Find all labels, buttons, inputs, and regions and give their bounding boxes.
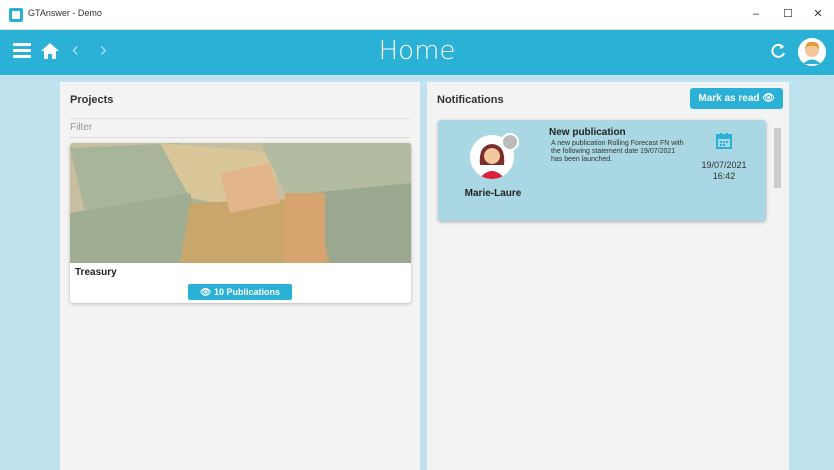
treasury-image [70,143,411,263]
refresh-icon[interactable] [768,41,788,61]
minimize-button[interactable]: – [746,6,766,22]
notification-date-time: 16:42 [712,171,736,181]
mark-as-read-button[interactable]: Mark as read 👁 [690,88,783,109]
scrollbar-thumb[interactable] [774,128,781,188]
calendar-icon [716,133,732,149]
publications-button[interactable]: 👁 10 Publications [188,284,292,300]
app-icon [9,8,23,22]
projects-title: Projects [70,94,114,106]
user-avatar[interactable] [798,38,826,66]
user-avatar-icon [798,38,826,66]
page-title: Home [378,36,456,66]
notification-date: 19/07/2021 16:42 [693,160,755,182]
top-nav-bar: ‹ › Home [0,30,834,75]
close-button[interactable]: ✕ [808,6,828,22]
notification-item[interactable]: Marie-Laure New publication A new public… [438,120,766,221]
notifications-title: Notifications [437,94,504,106]
notification-body: A new publication Rolling Forecast FN wi… [551,140,684,163]
window-title: GTAnswer - Demo [28,8,102,18]
projects-panel: Projects Filter Treasury 👁 10 Publicatio… [60,82,420,470]
publication-badge-icon [501,133,519,151]
notification-date-day: 19/07/2021 [701,160,747,170]
window-titlebar: GTAnswer - Demo – ☐ ✕ [0,0,834,30]
maximize-button[interactable]: ☐ [778,6,798,22]
filter-input[interactable]: Filter [70,118,410,138]
notifications-scrollbar[interactable] [773,120,781,220]
project-label: Treasury [75,267,117,278]
notification-author: Marie-Laure [464,188,522,199]
notification-title: New publication [549,127,626,138]
notifications-panel: Notifications Mark as read 👁 Marie-Laure… [427,82,789,470]
project-card-treasury[interactable]: Treasury 👁 10 Publications [70,143,411,303]
